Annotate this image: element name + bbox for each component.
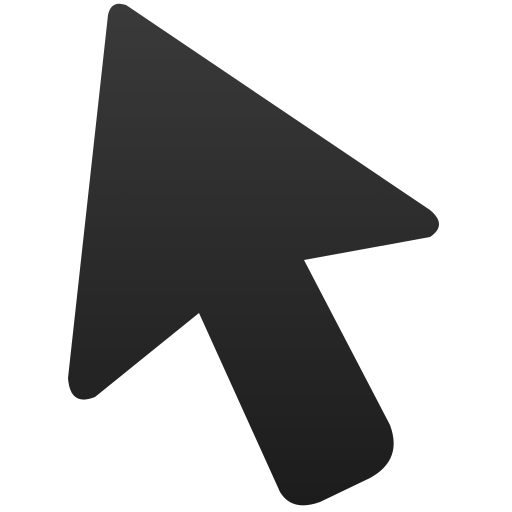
mouse-pointer-icon [68,3,439,506]
pointer-arrow-shape [68,3,439,506]
icon-canvas [0,0,512,512]
